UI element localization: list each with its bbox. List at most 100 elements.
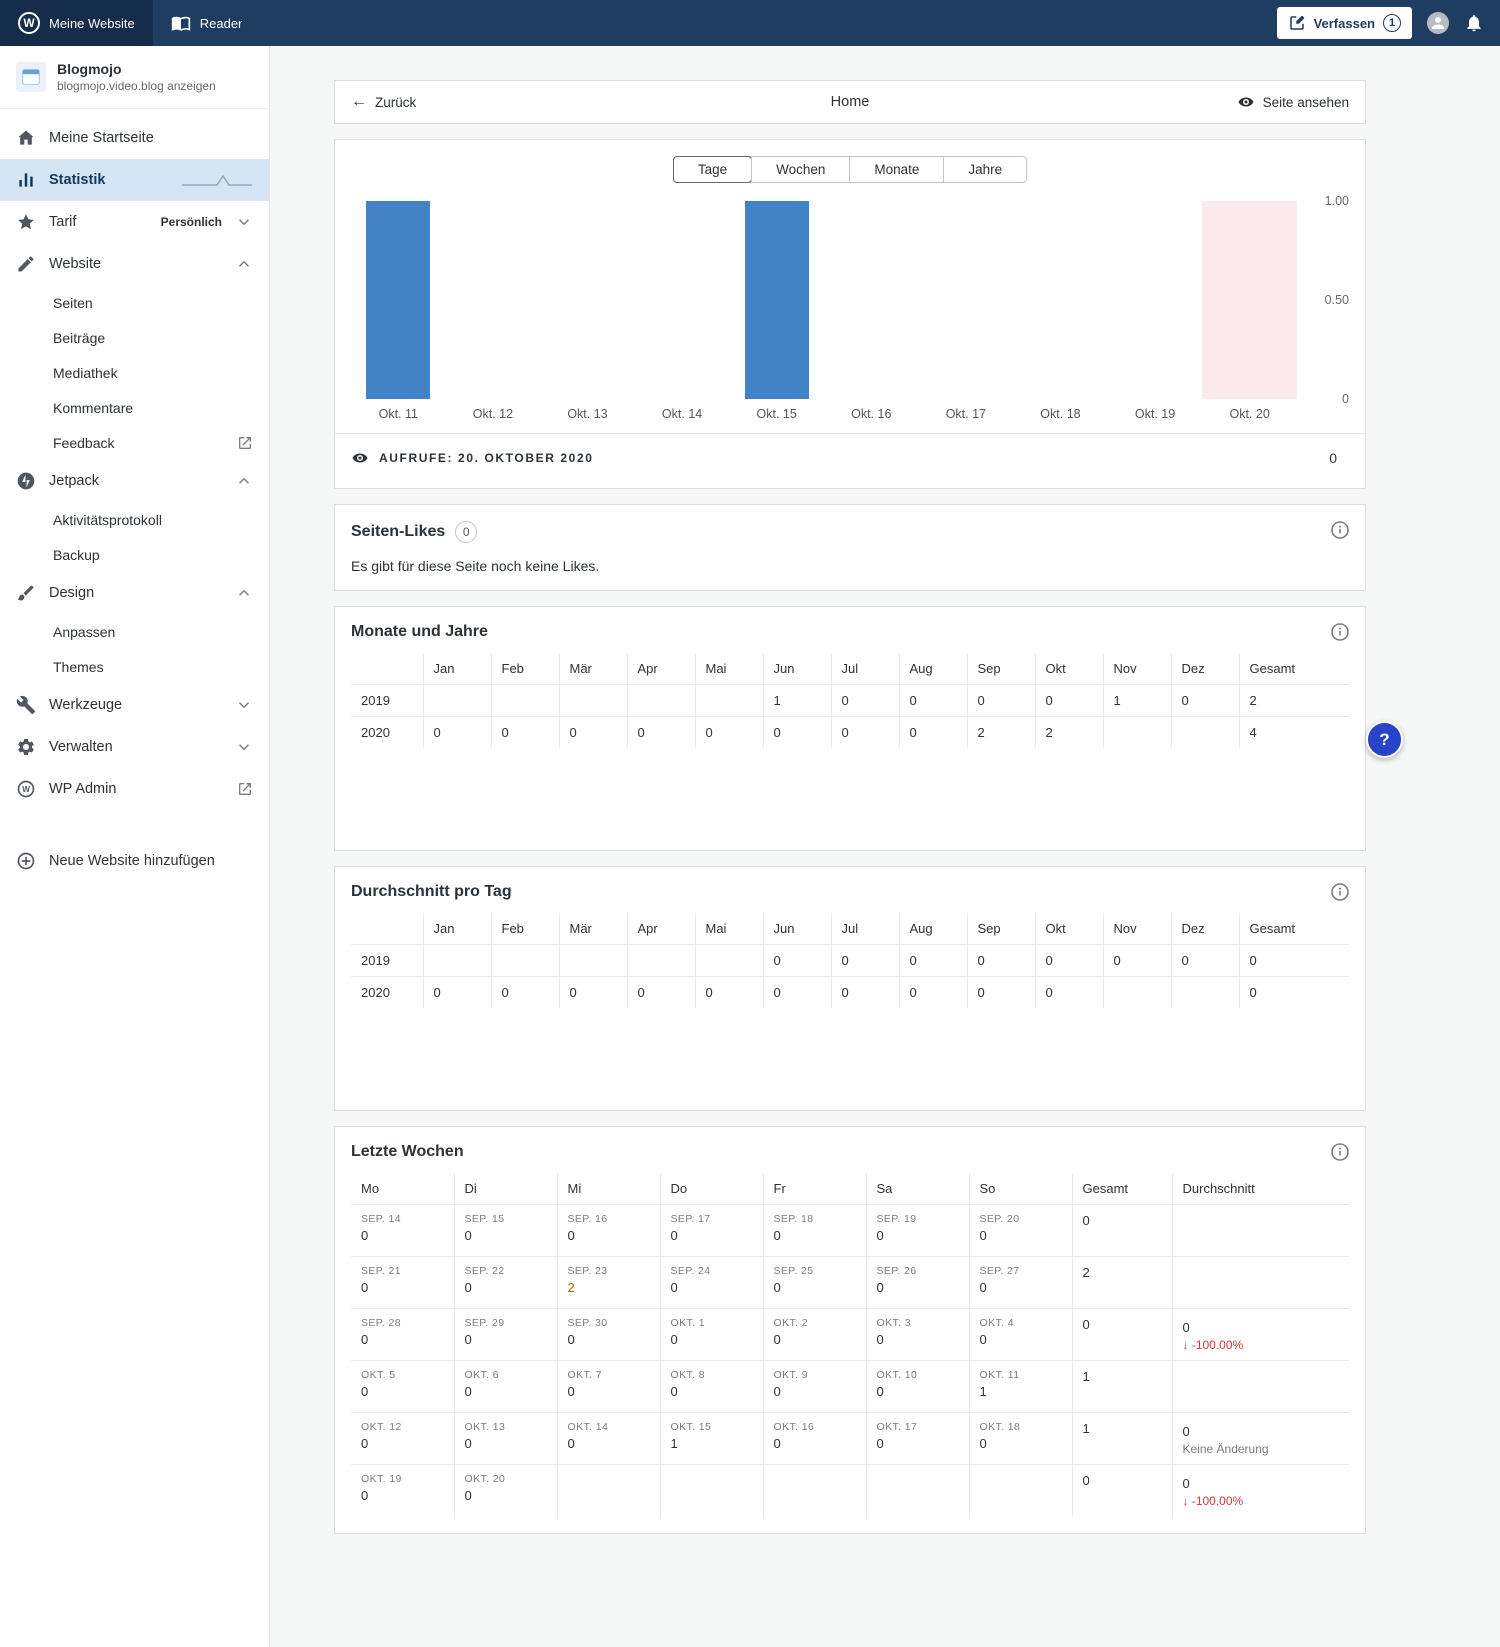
chart-bar[interactable] — [366, 201, 431, 399]
site-meta: Blogmojo blogmojo.video.blog anzeigen — [57, 61, 216, 93]
chart-x-label: Okt. 11 — [378, 407, 418, 421]
column-header: Jul — [830, 913, 899, 945]
chart-column[interactable] — [540, 201, 635, 399]
sidebar-item-home[interactable]: Meine Startseite — [0, 117, 269, 159]
day-cell: OKT. 14 0 — [556, 1412, 660, 1465]
chart-column[interactable] — [824, 201, 919, 399]
sidebar-item-manage[interactable]: Verwalten — [0, 726, 269, 768]
tab-tage[interactable]: Tage — [672, 156, 753, 183]
info-icon[interactable] — [1328, 518, 1352, 545]
menu-label: Verwalten — [49, 739, 113, 755]
chart-column[interactable] — [1108, 201, 1203, 399]
day-value: 0 — [464, 1280, 472, 1295]
day-date: SEP. 29 — [464, 1317, 505, 1329]
avatar[interactable] — [1427, 12, 1449, 34]
day-date: SEP. 17 — [670, 1213, 711, 1225]
column-header: Feb — [490, 913, 559, 945]
day-value: 0 — [876, 1436, 884, 1451]
day-date: SEP. 21 — [361, 1265, 401, 1277]
submenu-label: Beiträge — [53, 329, 106, 346]
add-site-button[interactable]: Neue Website hinzufügen — [0, 840, 269, 882]
week-total: 0 — [1071, 1308, 1172, 1361]
back-button[interactable]: ← Zurück — [351, 94, 416, 110]
column-header: Dez — [1170, 653, 1239, 685]
day-date: SEP. 20 — [979, 1213, 1020, 1225]
tab-jahre[interactable]: Jahre — [943, 157, 1027, 182]
sidebar-item-tools[interactable]: Werkzeuge — [0, 684, 269, 726]
table-corner — [351, 653, 423, 685]
chart-column[interactable] — [1013, 201, 1108, 399]
sidebar-item-website[interactable]: Website — [0, 243, 269, 285]
sidebar-item-jetpack[interactable]: Jetpack — [0, 460, 269, 502]
info-icon[interactable] — [1328, 880, 1352, 907]
notifications-bell-icon[interactable] — [1464, 13, 1484, 33]
chart-column[interactable] — [919, 201, 1014, 399]
chart-column[interactable] — [446, 201, 541, 399]
sidebar-item-design[interactable]: Design — [0, 572, 269, 614]
sidebar-item-posts[interactable]: Beiträge — [0, 320, 269, 355]
week-total: 0 — [1071, 1464, 1172, 1517]
week-row: SEP. 28 0 SEP. 29 0 SEP. 30 0 OKT. 1 0 OKT. 2 0 OK… — [351, 1308, 1349, 1361]
value-cell — [422, 684, 491, 717]
day-value: 0 — [876, 1228, 884, 1243]
day-date: SEP. 18 — [773, 1213, 814, 1225]
sidebar-item-plan[interactable]: Tarif Persönlich — [0, 201, 269, 243]
value-cell: 0 — [558, 716, 627, 748]
value-cell: 0 — [1034, 684, 1103, 717]
sidebar-item-customize[interactable]: Anpassen — [0, 614, 269, 649]
value-cell: 0 — [966, 976, 1035, 1008]
sidebar-item-feedback[interactable]: Feedback — [0, 425, 269, 460]
week-average: 0 Keine Änderung — [1171, 1412, 1349, 1465]
day-cell: SEP. 16 0 — [556, 1204, 660, 1257]
chevron-up-icon — [238, 260, 250, 267]
value-cell: 0 — [1170, 684, 1239, 717]
sidebar-item-comments[interactable]: Kommentare — [0, 390, 269, 425]
site-card[interactable]: Blogmojo blogmojo.video.blog anzeigen — [0, 46, 269, 109]
value-cell: 0 — [1034, 944, 1103, 977]
stats-icon — [19, 173, 33, 187]
sidebar-item-pages[interactable]: Seiten — [0, 285, 269, 320]
average-change: ↓ -100.00% — [1182, 1494, 1244, 1508]
chart-column[interactable] — [351, 201, 446, 399]
chart-column[interactable] — [1202, 201, 1297, 399]
tab-wochen[interactable]: Wochen — [751, 157, 850, 182]
menu-label: Neue Website hinzufügen — [49, 853, 215, 869]
help-button[interactable]: ? — [1366, 721, 1403, 758]
chart-bar[interactable] — [744, 201, 809, 399]
day-cell: OKT. 16 0 — [762, 1412, 866, 1465]
page-header-bar: ← Zurück Home Seite ansehen — [334, 80, 1366, 124]
site-url-link[interactable]: blogmojo.video.blog anzeigen — [57, 79, 216, 93]
sidebar-item-backup[interactable]: Backup — [0, 537, 269, 572]
masterbar-reader[interactable]: Reader — [153, 0, 261, 46]
column-header: So — [968, 1173, 1072, 1205]
chevron-up-icon — [238, 477, 250, 484]
value-cell — [1102, 976, 1171, 1008]
info-icon[interactable] — [1328, 620, 1352, 647]
sidebar-item-activity-log[interactable]: Aktivitätsprotokoll — [0, 502, 269, 537]
value-cell — [558, 944, 627, 977]
tab-monate[interactable]: Monate — [849, 157, 944, 182]
sidebar-item-themes[interactable]: Themes — [0, 649, 269, 684]
menu-label: Statistik — [49, 172, 106, 188]
day-cell: SEP. 27 0 — [968, 1256, 1072, 1309]
avg-per-day-table: Jan Feb Mär Apr Mai Jun Jul Aug Sep Okt Nov Dez Gesa… — [351, 913, 1349, 1008]
page-title: Home — [830, 94, 870, 110]
sidebar-item-stats[interactable]: Statistik — [0, 159, 269, 201]
submenu-label: Mediathek — [53, 364, 118, 381]
day-cell: OKT. 20 0 — [453, 1464, 557, 1517]
value-cell: 0 — [1102, 944, 1171, 977]
compose-button[interactable]: Verfassen 1 — [1276, 7, 1412, 39]
info-icon[interactable] — [1328, 1140, 1352, 1167]
chart-column[interactable] — [635, 201, 730, 399]
day-date: SEP. 28 — [361, 1317, 401, 1329]
chart-column[interactable] — [729, 201, 824, 399]
sidebar-item-media[interactable]: Mediathek — [0, 355, 269, 390]
sidebar-item-wp-admin[interactable]: W WP Admin — [0, 768, 269, 810]
week-total: 0 — [1071, 1204, 1172, 1257]
chart-x-label: Okt. 12 — [472, 407, 514, 421]
column-header: Nov — [1102, 653, 1171, 685]
masterbar-my-site[interactable]: W Meine Website — [0, 0, 153, 46]
table-corner — [351, 913, 423, 945]
view-page-button[interactable]: Seite ansehen — [1237, 93, 1349, 111]
main-content: ← Zurück Home Seite ansehen Tage Wochen Mo… — [270, 46, 1500, 1647]
